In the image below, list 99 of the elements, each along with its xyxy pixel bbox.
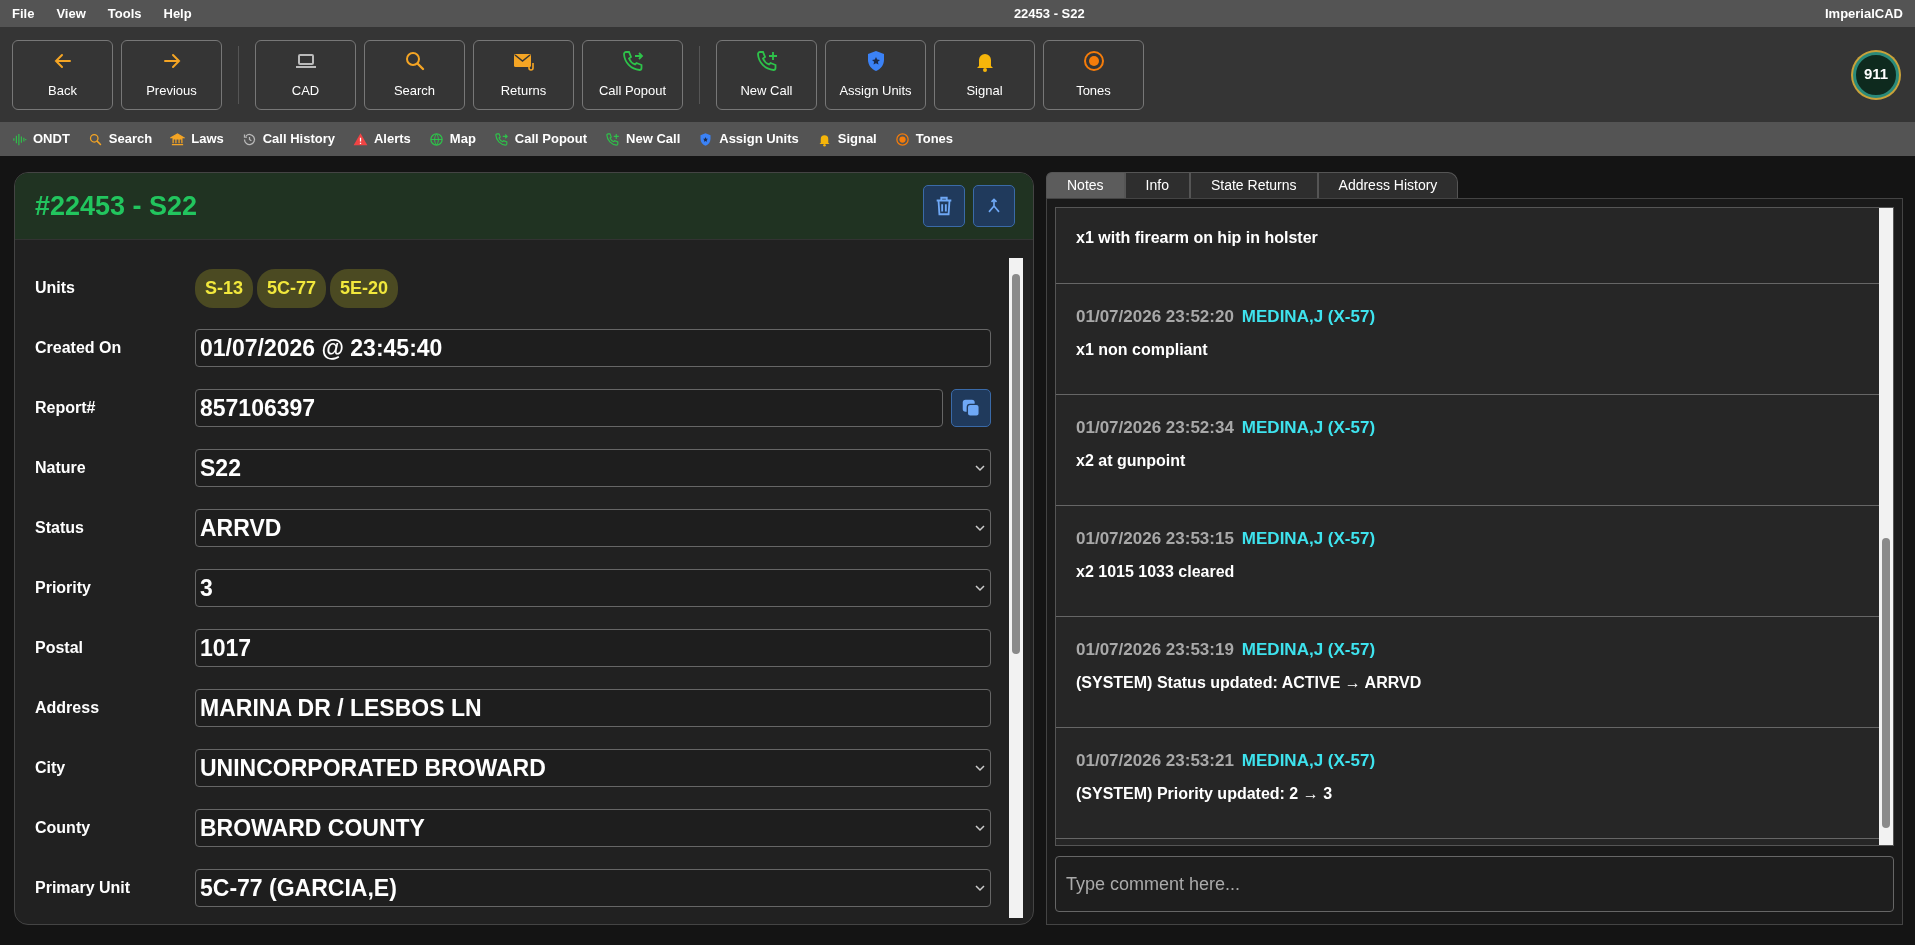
note-author[interactable]: MEDINA,J (X-57)	[1241, 304, 1376, 330]
note-text: (SYSTEM) Priority updated: 2 → 3	[1076, 783, 1334, 804]
toolbar-button[interactable]: Call Popout	[582, 39, 683, 110]
select-field[interactable]: S22	[195, 449, 991, 487]
chevron-down-icon	[974, 762, 986, 774]
phone-plus-icon	[754, 48, 779, 73]
note-author[interactable]: MEDINA,J (X-57)	[1241, 637, 1376, 663]
tab[interactable]: Notes	[1046, 172, 1125, 198]
warning-icon	[353, 131, 368, 147]
text-field[interactable]: 1017	[195, 629, 991, 667]
quick-link[interactable]: Assign Units	[698, 129, 799, 149]
call-title: #22453 - S22	[35, 189, 199, 223]
globe-icon	[428, 131, 444, 147]
field-label: Report#	[35, 398, 97, 418]
search-icon	[87, 131, 103, 147]
chevron-down-icon	[974, 522, 986, 534]
tab[interactable]: State Returns	[1189, 172, 1318, 198]
toolbar-button[interactable]: Back	[12, 39, 113, 110]
toolbar-button[interactable]: Assign Units	[825, 39, 926, 110]
quick-link[interactable]: Tones	[894, 129, 954, 149]
logo-badge: 911	[1853, 51, 1899, 98]
note-text: x2 1015 1033 cleared	[1076, 561, 1236, 582]
select-field[interactable]: UNINCORPORATED BROWARD	[195, 749, 991, 787]
quick-link[interactable]: Signal	[816, 129, 877, 149]
menu-item[interactable]: Help	[163, 3, 192, 24]
field-label: Created On	[35, 338, 123, 358]
quick-link[interactable]: Search	[87, 129, 153, 149]
chevron-down-icon	[974, 822, 986, 834]
select-field[interactable]: BROWARD COUNTY	[195, 809, 991, 847]
quick-link[interactable]: Alerts	[353, 129, 411, 149]
shield-star-icon	[698, 131, 714, 147]
app-name: ImperialCAD	[1824, 4, 1903, 23]
note-author[interactable]: MEDINA,J (X-57)	[1241, 748, 1376, 774]
text-field[interactable]: 857106397	[195, 389, 943, 427]
target-icon	[894, 131, 910, 147]
note-text: x2 at gunpoint	[1076, 450, 1187, 471]
toolbar-button[interactable]: Returns	[473, 39, 574, 110]
field-label: Primary Unit	[35, 878, 132, 898]
toolbar-button[interactable]: CAD	[255, 39, 356, 110]
scrollbar[interactable]	[1009, 258, 1023, 918]
tab[interactable]: Address History	[1317, 172, 1459, 198]
quick-link[interactable]: New Call	[605, 129, 681, 149]
merge-button[interactable]	[973, 185, 1015, 227]
chevron-down-icon	[974, 462, 986, 474]
note-timestamp: 01/07/2026 23:53:21	[1076, 750, 1234, 772]
copy-button[interactable]	[951, 389, 991, 427]
text-field[interactable]: 01/07/2026 @ 23:45:40	[195, 329, 991, 367]
toolbar-button[interactable]: Previous	[121, 39, 222, 110]
toolbar-button[interactable]: Tones	[1043, 39, 1144, 110]
field-label: Priority	[35, 578, 92, 598]
comment-field[interactable]: Type comment here...	[1055, 856, 1894, 912]
field-label: Nature	[35, 458, 87, 478]
menu-item[interactable]: Tools	[107, 3, 142, 24]
note-text: (SYSTEM) Status updated: ACTIVE → ARRVD	[1076, 672, 1423, 693]
menu-item[interactable]: View	[56, 3, 86, 24]
toolbar-button[interactable]: New Call	[716, 39, 817, 110]
unit-badge[interactable]: 5E-20	[330, 268, 399, 308]
select-field[interactable]: 3	[195, 569, 991, 607]
select-field[interactable]: 5C-77 (GARCIA,E)	[195, 869, 991, 907]
field-label: Address	[35, 698, 101, 718]
quick-link[interactable]: Call Popout	[493, 129, 588, 149]
note-timestamp: 01/07/2026 23:53:15	[1076, 528, 1234, 550]
history-icon	[241, 131, 257, 147]
note-timestamp: 01/07/2026 23:52:34	[1076, 417, 1234, 439]
note-text: x1 non compliant	[1076, 339, 1209, 360]
note-timestamp: 01/07/2026 23:53:19	[1076, 639, 1234, 661]
waveform-icon	[12, 131, 27, 147]
bank-icon	[170, 131, 186, 147]
chevron-down-icon	[974, 582, 986, 594]
quick-link[interactable]: Laws	[170, 129, 224, 149]
copy-icon	[960, 397, 982, 419]
note-author[interactable]: MEDINA,J (X-57)	[1241, 415, 1376, 441]
phone-arrow-icon	[493, 131, 509, 147]
phone-plus-icon	[605, 131, 621, 147]
delete-button[interactable]	[923, 185, 965, 227]
menu-item[interactable]: File	[12, 3, 35, 24]
field-label: County	[35, 818, 92, 838]
window-title: 22453 - S22	[1012, 4, 1086, 23]
note-author[interactable]: MEDINA,J (X-57)	[1241, 526, 1376, 552]
chevron-down-icon	[974, 882, 986, 894]
unit-badge[interactable]: S-13	[195, 268, 254, 308]
field-label: Postal	[35, 638, 84, 658]
scrollbar[interactable]	[1879, 208, 1893, 845]
unit-badge[interactable]: 5C-77	[257, 268, 327, 308]
target-icon	[1081, 48, 1106, 73]
tab[interactable]: Info	[1124, 172, 1190, 198]
quick-link[interactable]: Map	[428, 129, 476, 149]
phone-arrow-icon	[620, 48, 645, 73]
field-label: Units	[35, 278, 76, 298]
toolbar-button[interactable]: Search	[364, 39, 465, 110]
quick-link[interactable]: ONDT	[12, 129, 70, 149]
field-label: City	[35, 758, 67, 778]
note-text: x1 with firearm on hip in holster	[1076, 228, 1319, 248]
select-field[interactable]: ARRVD	[195, 509, 991, 547]
text-field[interactable]: MARINA DR / LESBOS LN	[195, 689, 991, 727]
toolbar-button[interactable]: Signal	[934, 39, 1035, 110]
note-timestamp: 01/07/2026 23:52:20	[1076, 306, 1234, 328]
field-label: Status	[35, 518, 85, 538]
quick-link[interactable]: Call History	[241, 129, 335, 149]
